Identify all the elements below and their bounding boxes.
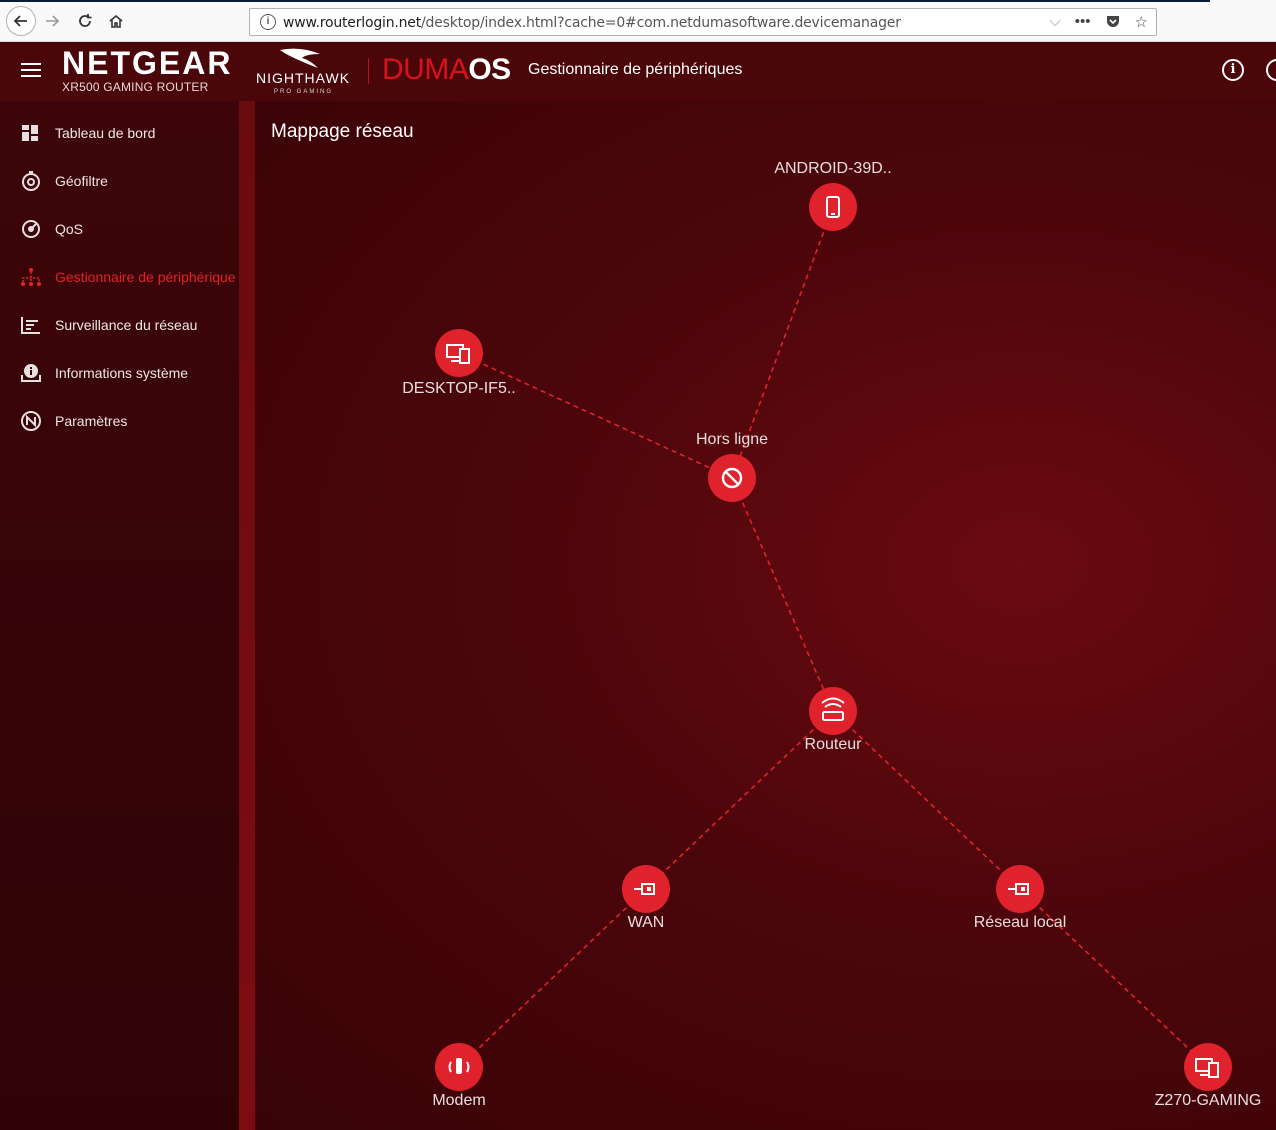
node-modem[interactable]: Modem	[432, 1043, 486, 1109]
sidebar-item-dashboard[interactable]: Tableau de bord	[0, 109, 239, 157]
home-button[interactable]	[104, 9, 128, 33]
device-manager-icon	[20, 266, 42, 288]
sidebar-item-label: Surveillance du réseau	[55, 317, 198, 333]
url-text: www.routerlogin.net/desktop/index.html?c…	[283, 15, 901, 31]
node-wan[interactable]: WAN	[622, 865, 670, 931]
node-wan-circle	[622, 865, 670, 913]
home-icon	[109, 14, 123, 28]
pocket-icon[interactable]	[1105, 13, 1121, 33]
page-actions-button[interactable]: •••	[1075, 13, 1091, 33]
nighthawk-logo: NIGHTHAWK PRO GAMING	[254, 44, 354, 98]
arrow-left-icon	[13, 15, 27, 27]
node-router[interactable]: Routeur	[805, 687, 863, 753]
nighthawk-subtext: PRO GAMING	[274, 89, 334, 95]
about-info-icon[interactable]: i	[1222, 59, 1244, 81]
sidebar-item-geofilter[interactable]: Géofiltre	[0, 157, 239, 205]
network-monitor-icon	[20, 314, 42, 336]
netgear-logo: NETGEAR XR500 GAMING ROUTER	[62, 46, 232, 94]
bookmark-star-icon[interactable]: ☆	[1135, 13, 1148, 33]
router-model: XR500 GAMING ROUTER	[62, 80, 209, 94]
brand-name: NETGEAR	[62, 45, 233, 81]
system-info-icon	[20, 362, 42, 384]
link-router-offline	[731, 477, 834, 712]
nighthawk-text: NIGHTHAWK	[256, 70, 351, 86]
geofilter-icon	[20, 170, 42, 192]
sidebar-item-network-monitor[interactable]: Surveillance du réseau	[0, 301, 239, 349]
back-button[interactable]	[6, 6, 36, 36]
sidebar-item-device-manager[interactable]: Gestionnaire de périphériques	[0, 253, 239, 301]
page-title: Gestionnaire de périphériques	[528, 61, 743, 78]
address-bar[interactable]: i www.routerlogin.net/desktop/index.html…	[249, 8, 1157, 36]
hawk-icon	[280, 48, 320, 68]
node-offline-label: Hors ligne	[696, 431, 768, 448]
node-router-label: Routeur	[805, 736, 863, 753]
forward-button[interactable]	[40, 9, 64, 33]
network-links	[458, 206, 1209, 1068]
language-globe-icon[interactable]	[1266, 59, 1276, 81]
node-modem-label: Modem	[432, 1092, 485, 1109]
node-gaming[interactable]: Z270-GAMING	[1155, 1043, 1262, 1109]
network-map: ANDROID-39D.. DESKTOP-IF5.. Hors ligne R…	[402, 160, 1262, 1109]
node-desktop-label: DESKTOP-IF5..	[402, 380, 516, 397]
sidebar-item-label: QoS	[55, 221, 84, 237]
node-desktop[interactable]: DESKTOP-IF5..	[402, 329, 516, 397]
reload-button[interactable]	[73, 9, 97, 33]
sidebar-item-qos[interactable]: QoS	[0, 205, 239, 253]
browser-toolbar: i www.routerlogin.net/desktop/index.html…	[0, 0, 1276, 42]
sidebar-item-label: Paramètres	[55, 413, 128, 429]
node-gaming-label: Z270-GAMING	[1155, 1092, 1262, 1109]
dashboard-icon	[20, 122, 42, 144]
node-android-label: ANDROID-39D..	[774, 160, 891, 177]
dumaos-logo: DUMAOS	[382, 53, 511, 86]
node-lan[interactable]: Réseau local	[974, 865, 1067, 931]
link-offline-desktop	[458, 352, 733, 479]
menu-icon[interactable]	[21, 63, 41, 79]
arrow-right-icon	[46, 15, 60, 27]
sidebar-item-label: Géofiltre	[55, 173, 108, 189]
reload-icon	[79, 14, 92, 27]
chevron-down-icon[interactable]: ⌵	[1049, 13, 1060, 33]
info-icon[interactable]: i	[260, 14, 276, 30]
sidebar-item-label: Informations système	[55, 365, 189, 381]
sidebar-item-label: Gestionnaire de périphériques	[55, 269, 235, 285]
node-lan-circle	[996, 865, 1044, 913]
node-android-circle	[809, 183, 857, 231]
node-android[interactable]: ANDROID-39D..	[774, 160, 892, 231]
node-wan-label: WAN	[628, 914, 665, 931]
header-divider	[368, 58, 369, 84]
sidebar: Tableau de bord Géofiltre QoS Gestionnai…	[0, 101, 239, 1130]
settings-icon	[20, 410, 42, 432]
sidebar-item-system-info[interactable]: Informations système	[0, 349, 239, 397]
qos-icon	[20, 218, 42, 240]
link-wan-modem	[458, 888, 647, 1068]
node-lan-label: Réseau local	[974, 914, 1067, 931]
sidebar-item-settings[interactable]: Paramètres	[0, 397, 239, 445]
section-title: Mappage réseau	[271, 121, 414, 142]
sidebar-edge	[239, 101, 255, 1130]
app-header: NETGEAR XR500 GAMING ROUTER NIGHTHAWK PR…	[0, 42, 1276, 101]
sidebar-item-label: Tableau de bord	[55, 125, 156, 141]
main-content: ANDROID-39D.. DESKTOP-IF5.. Hors ligne R…	[255, 101, 1276, 1130]
window-top-line	[0, 0, 1210, 2]
